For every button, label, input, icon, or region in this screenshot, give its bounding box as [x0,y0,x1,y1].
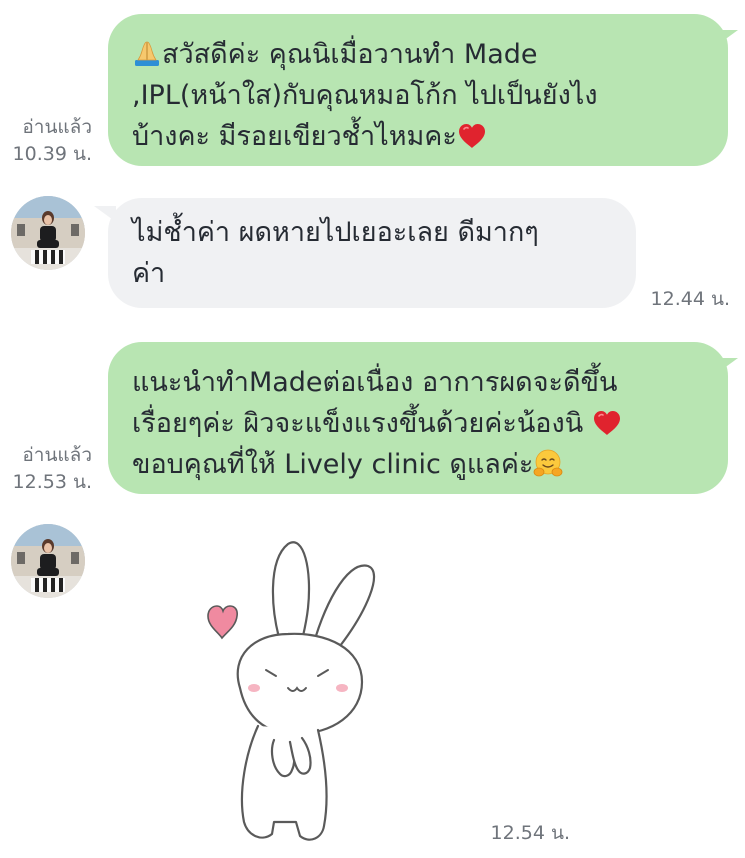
bunny-blush-left [248,684,260,692]
red-heart-icon [593,411,620,435]
read-receipt: อ่านแล้ว 10.39 น. [8,114,92,168]
bunny-thank-you-sticker[interactable] [200,530,390,850]
message-line: สวัสดีค่ะ คุณนิเมื่อวานทำ Made [132,34,712,75]
message-line: ไม่ช้ำค่า ผดหายไปเยอะเลย ดีมากๆ [132,217,539,248]
read-label: อ่านแล้ว [22,116,92,138]
pink-heart-icon [207,605,238,640]
hugging-face-icon [534,449,563,477]
read-receipt: อ่านแล้ว 12.53 น. [8,442,92,496]
message-text: บ้างคะ มีรอยเขียวช้ำไหมคะ [132,121,457,152]
contact-avatar[interactable] [11,196,85,270]
bunny-blush-right [336,684,348,692]
red-heart-icon [458,124,485,148]
folded-hands-icon [135,41,159,66]
avatar-photo [11,196,85,270]
message-time: 12.53 น. [12,471,92,493]
read-label: อ่านแล้ว [22,444,92,466]
bunny-body [236,541,376,841]
message-line: ,IPL(หน้าใส)กับคุณหมอโก้ก ไปเป็นยังไง [132,80,598,111]
message-time: 12.54 น. [490,822,570,844]
message-bubble[interactable]: สวัสดีค่ะ คุณนิเมื่อวานทำ Made ,IPL(หน้า… [108,14,728,166]
avatar-photo [11,524,85,598]
message-text: เรื่อยๆค่ะ ผิวจะแข็งแรงขึ้นด้วยค่ะน้องนิ [132,408,584,439]
message-bubble[interactable]: แนะนำทำMadeต่อเนื่อง อาการผดจะดีขึ้น เรื… [108,342,728,494]
message-line: เรื่อยๆค่ะ ผิวจะแข็งแรงขึ้นด้วยค่ะน้องนิ [132,403,712,444]
message-line: แนะนำทำMadeต่อเนื่อง อาการผดจะดีขึ้น [132,367,618,398]
contact-avatar[interactable] [11,524,85,598]
message-line: ค่า [132,258,166,289]
message-text: สวัสดีค่ะ คุณนิเมื่อวานทำ Made [162,39,538,70]
message-line: ขอบคุณที่ให้ Lively clinic ดูแลค่ะ [132,444,712,485]
message-line: บ้างคะ มีรอยเขียวช้ำไหมคะ [132,116,712,157]
message-text: ขอบคุณที่ให้ Lively clinic ดูแลค่ะ [132,449,534,480]
message-bubble[interactable]: ไม่ช้ำค่า ผดหายไปเยอะเลย ดีมากๆ ค่า [108,198,636,308]
message-time: 12.44 น. [650,288,730,310]
message-time: 10.39 น. [12,143,92,165]
